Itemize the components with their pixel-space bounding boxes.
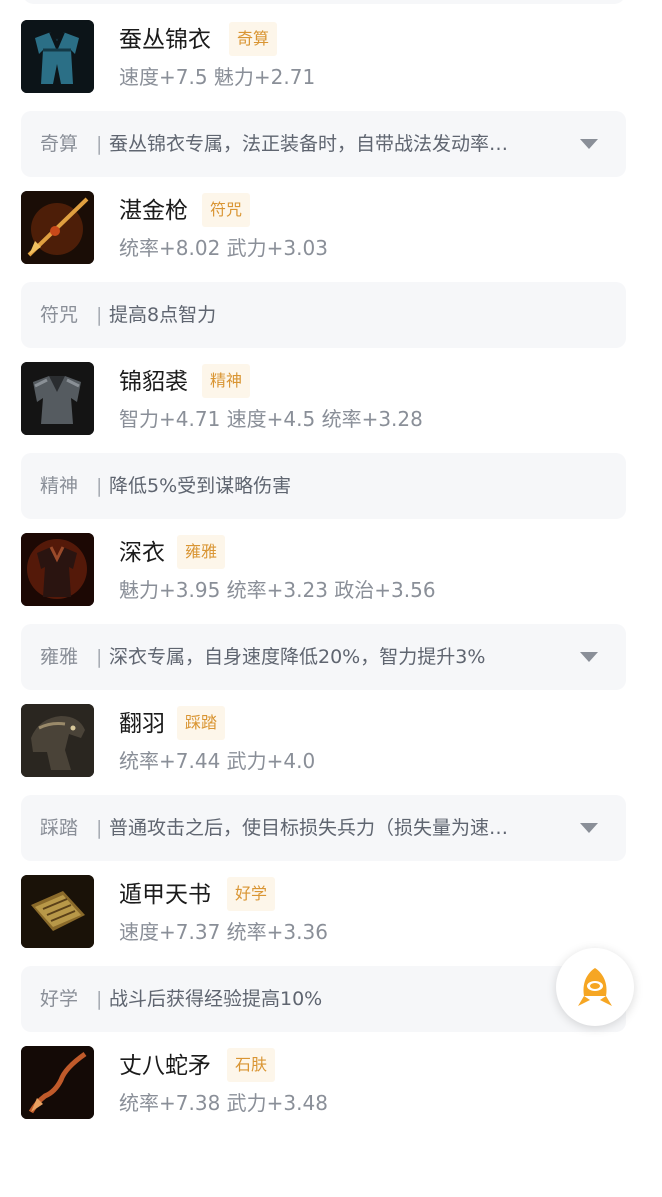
skill-separator: |: [96, 304, 103, 326]
dark-robe-icon: [21, 533, 94, 606]
equipment-stats: 速度+7.37 统率+3.36: [119, 920, 328, 944]
equipment-item[interactable]: 锦貂裘 精神 智力+4.71 速度+4.5 统率+3.28 精神 | 降低5%受…: [0, 342, 662, 519]
skill-tag: 踩踏: [40, 817, 79, 839]
fur-coat-icon: [21, 362, 94, 435]
trait-badge: 奇算: [229, 22, 278, 56]
expand-chevron-icon[interactable]: [580, 652, 598, 662]
skill-card[interactable]: 奇算 | 蚕丛锦衣专属，法正装备时，自带战法发动率…: [21, 111, 626, 177]
equipment-name: 深衣: [119, 540, 165, 566]
scroll-book-icon: [21, 875, 94, 948]
trait-badge: 好学: [227, 877, 276, 911]
equipment-name: 丈八蛇矛: [119, 1053, 211, 1079]
equipment-item[interactable]: 深衣 雍雅 魅力+3.95 统率+3.23 政治+3.56 雍雅 | 深衣专属，…: [0, 513, 662, 690]
expand-chevron-icon[interactable]: [580, 139, 598, 149]
equipment-name: 翻羽: [119, 711, 165, 737]
skill-card: 精神 | 降低5%受到谋略伤害: [21, 453, 626, 519]
skill-description: 深衣专属，自身速度降低20%，智力提升3%: [109, 646, 486, 668]
skill-separator: |: [96, 646, 103, 668]
skill-tag: 好学: [40, 988, 79, 1010]
equipment-stats: 统率+8.02 武力+3.03: [119, 236, 328, 260]
skill-description: 普通攻击之后，使目标损失兵力（损失量为速…: [109, 817, 509, 839]
golden-spear-icon: [21, 191, 94, 264]
skill-tag: 符咒: [40, 304, 79, 326]
skill-separator: |: [96, 988, 103, 1010]
skill-card: 好学 | 战斗后获得经验提高10%: [21, 966, 626, 1032]
equipment-stats: 统率+7.44 武力+4.0: [119, 749, 316, 773]
skill-description: 蚕丛锦衣专属，法正装备时，自带战法发动率…: [109, 133, 509, 155]
equipment-stats: 统率+7.38 武力+3.48: [119, 1091, 328, 1115]
skill-separator: |: [96, 133, 103, 155]
skill-card: 符咒 | 提高8点智力: [21, 282, 626, 348]
skill-description: 降低5%受到谋略伤害: [109, 475, 292, 497]
skill-tag: 雍雅: [40, 646, 79, 668]
skill-tag: 精神: [40, 475, 79, 497]
skill-card[interactable]: 踩踏 | 普通攻击之后，使目标损失兵力（损失量为速…: [21, 795, 626, 861]
equipment-item[interactable]: 丈八蛇矛 石肤 统率+7.38 武力+3.48: [0, 1026, 662, 1197]
trait-badge: 踩踏: [177, 706, 226, 740]
skill-separator: |: [96, 475, 103, 497]
blue-robe-icon: [21, 20, 94, 93]
trait-badge: 雍雅: [177, 535, 226, 569]
equipment-stats: 速度+7.5 魅力+2.71: [119, 65, 316, 89]
skill-card[interactable]: 雍雅 | 深衣专属，自身速度降低20%，智力提升3%: [21, 624, 626, 690]
warhorse-icon: [21, 704, 94, 777]
equipment-name: 遁甲天书: [119, 882, 211, 908]
equipment-name: 蚕丛锦衣: [119, 27, 211, 53]
equipment-list: 蚕丛锦衣 奇算 速度+7.5 魅力+2.71 奇算 | 蚕丛锦衣专属，法正装备时…: [0, 0, 662, 1197]
equipment-item[interactable]: 湛金枪 符咒 统率+8.02 武力+3.03 符咒 | 提高8点智力: [0, 171, 662, 348]
serpent-spear-icon: [21, 1046, 94, 1119]
floating-action-button[interactable]: [556, 948, 634, 1026]
equipment-stats: 智力+4.71 速度+4.5 统率+3.28: [119, 407, 423, 431]
expand-chevron-icon[interactable]: [580, 823, 598, 833]
trait-badge: 符咒: [202, 193, 251, 227]
skill-separator: |: [96, 817, 103, 839]
skill-description: 战斗后获得经验提高10%: [109, 988, 323, 1010]
equipment-stats: 魅力+3.95 统率+3.23 政治+3.56: [119, 578, 436, 602]
equipment-name: 锦貂裘: [119, 369, 188, 395]
rocket-icon: [578, 968, 612, 1006]
trait-badge: 精神: [202, 364, 251, 398]
equipment-item[interactable]: 翻羽 踩踏 统率+7.44 武力+4.0 踩踏 | 普通攻击之后，使目标损失兵力…: [0, 684, 662, 861]
skill-tag: 奇算: [40, 133, 79, 155]
equipment-name: 湛金枪: [119, 198, 188, 224]
equipment-item[interactable]: 蚕丛锦衣 奇算 速度+7.5 魅力+2.71 奇算 | 蚕丛锦衣专属，法正装备时…: [0, 0, 662, 177]
trait-badge: 石肤: [227, 1048, 276, 1082]
skill-description: 提高8点智力: [109, 304, 217, 326]
